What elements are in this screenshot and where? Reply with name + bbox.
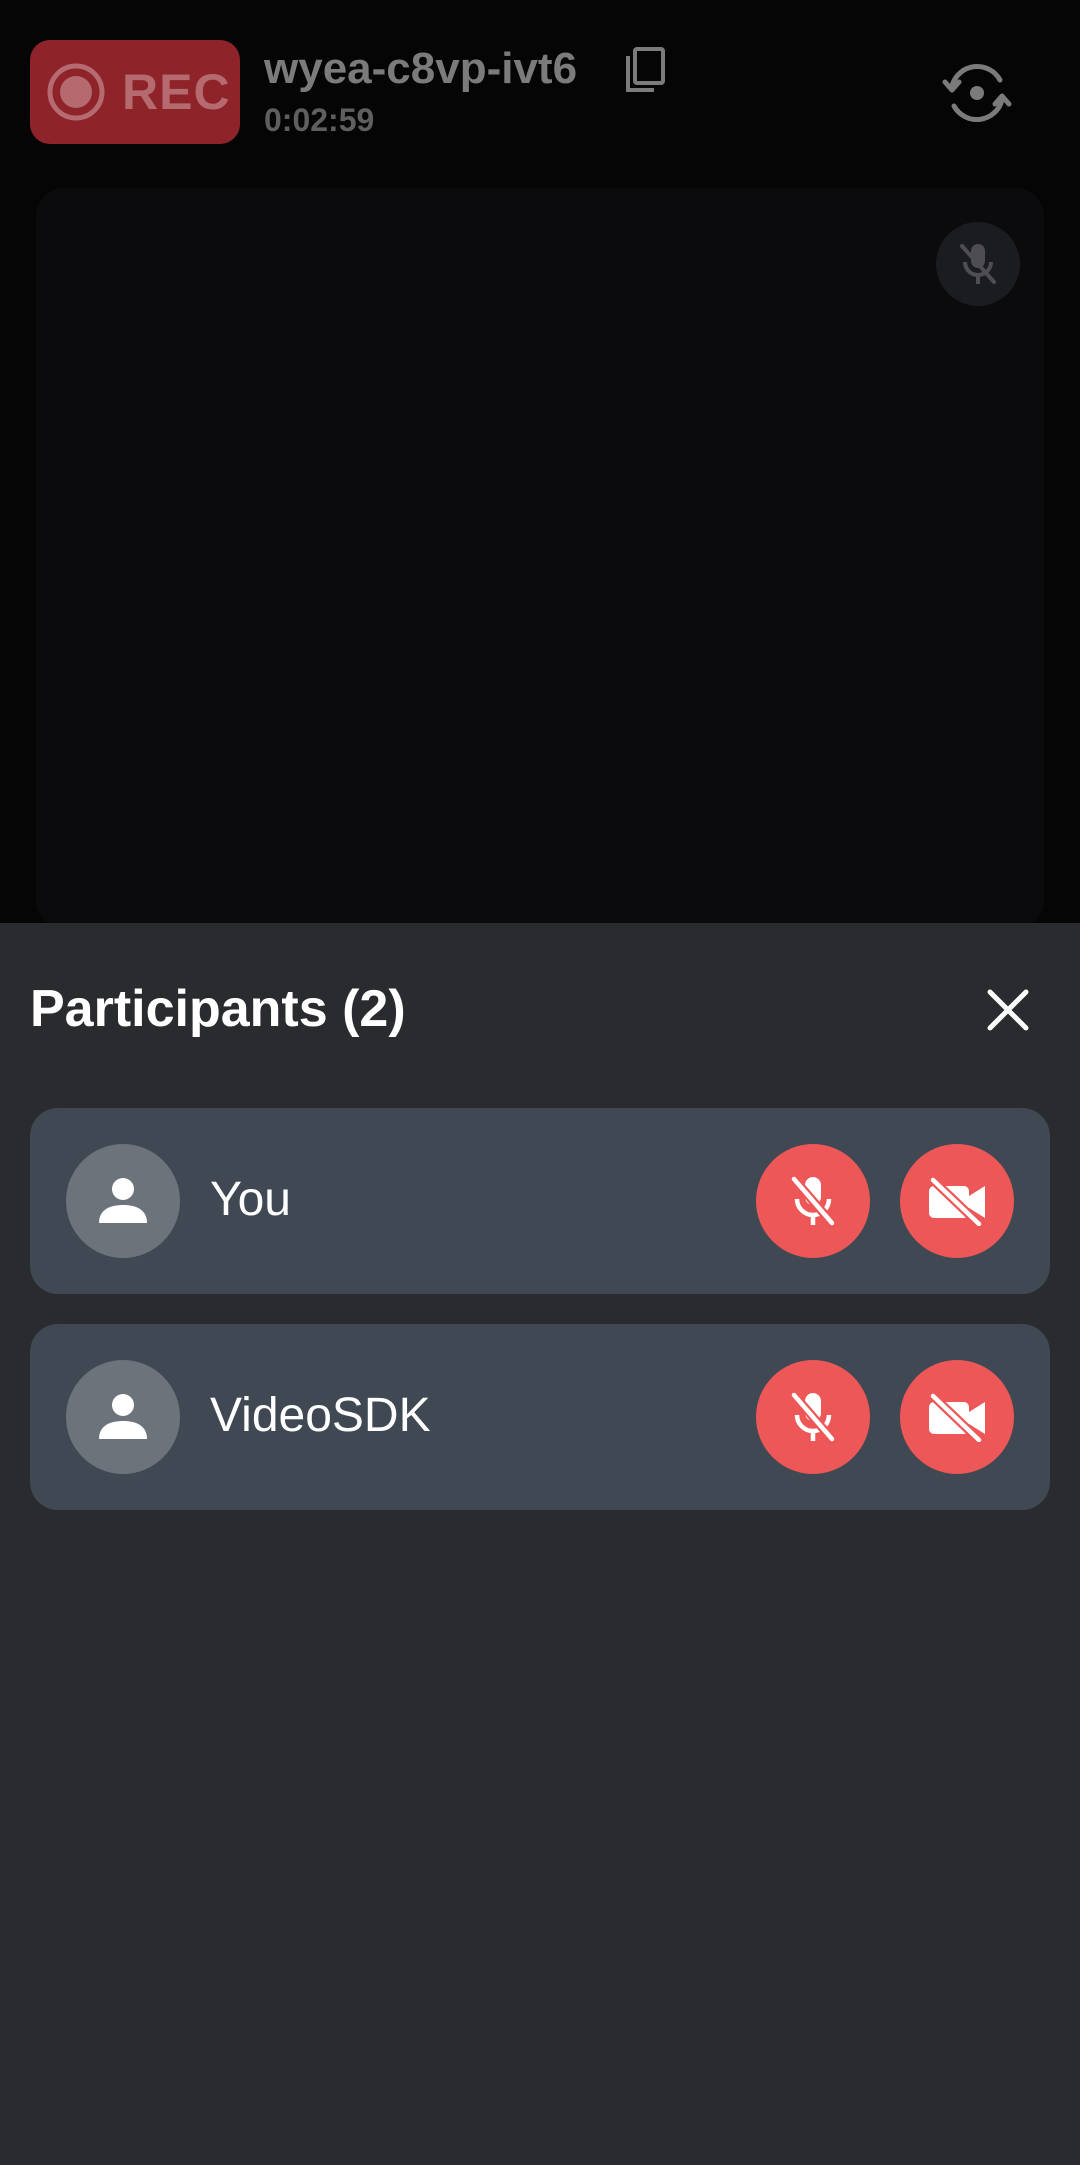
person-icon: [99, 1178, 147, 1223]
mic-off-icon: [789, 1390, 837, 1444]
person-icon: [99, 1394, 147, 1439]
meeting-id: wyea-c8vp-ivt6: [264, 44, 578, 93]
participant-list: You VideoSDK: [30, 1108, 1050, 1540]
camera-off-icon: [928, 1176, 985, 1226]
avatar: [66, 1144, 180, 1258]
switch-camera-icon[interactable]: [940, 56, 1014, 130]
close-button[interactable]: [978, 980, 1038, 1040]
tile-mic-status: [936, 222, 1020, 306]
meeting-screen: REC wyea-c8vp-ivt6 0:02:59 Participants …: [0, 0, 1080, 2165]
participant-video-tile[interactable]: [36, 188, 1044, 928]
mic-off-icon: [960, 244, 996, 284]
mic-off-icon: [789, 1174, 837, 1228]
camera-off-icon: [928, 1392, 985, 1442]
participant-row: You: [30, 1108, 1050, 1294]
recording-button[interactable]: REC: [30, 40, 240, 144]
participant-row: VideoSDK: [30, 1324, 1050, 1510]
camera-toggle-button[interactable]: [900, 1144, 1014, 1258]
participant-name: You: [210, 1173, 291, 1226]
avatar: [66, 1360, 180, 1474]
mic-toggle-button[interactable]: [756, 1360, 870, 1474]
copy-icon[interactable]: [622, 46, 668, 96]
record-icon: [47, 63, 105, 121]
sheet-title: Participants (2): [30, 980, 406, 1038]
rec-label: REC: [122, 64, 231, 120]
mic-toggle-button[interactable]: [756, 1144, 870, 1258]
close-icon: [987, 989, 1029, 1031]
participant-name: VideoSDK: [210, 1389, 431, 1442]
top-bar: REC wyea-c8vp-ivt6 0:02:59: [0, 0, 1080, 180]
meeting-timer: 0:02:59: [264, 102, 375, 138]
participants-sheet: Participants (2) You VideoSDK: [0, 923, 1080, 2165]
camera-toggle-button[interactable]: [900, 1360, 1014, 1474]
